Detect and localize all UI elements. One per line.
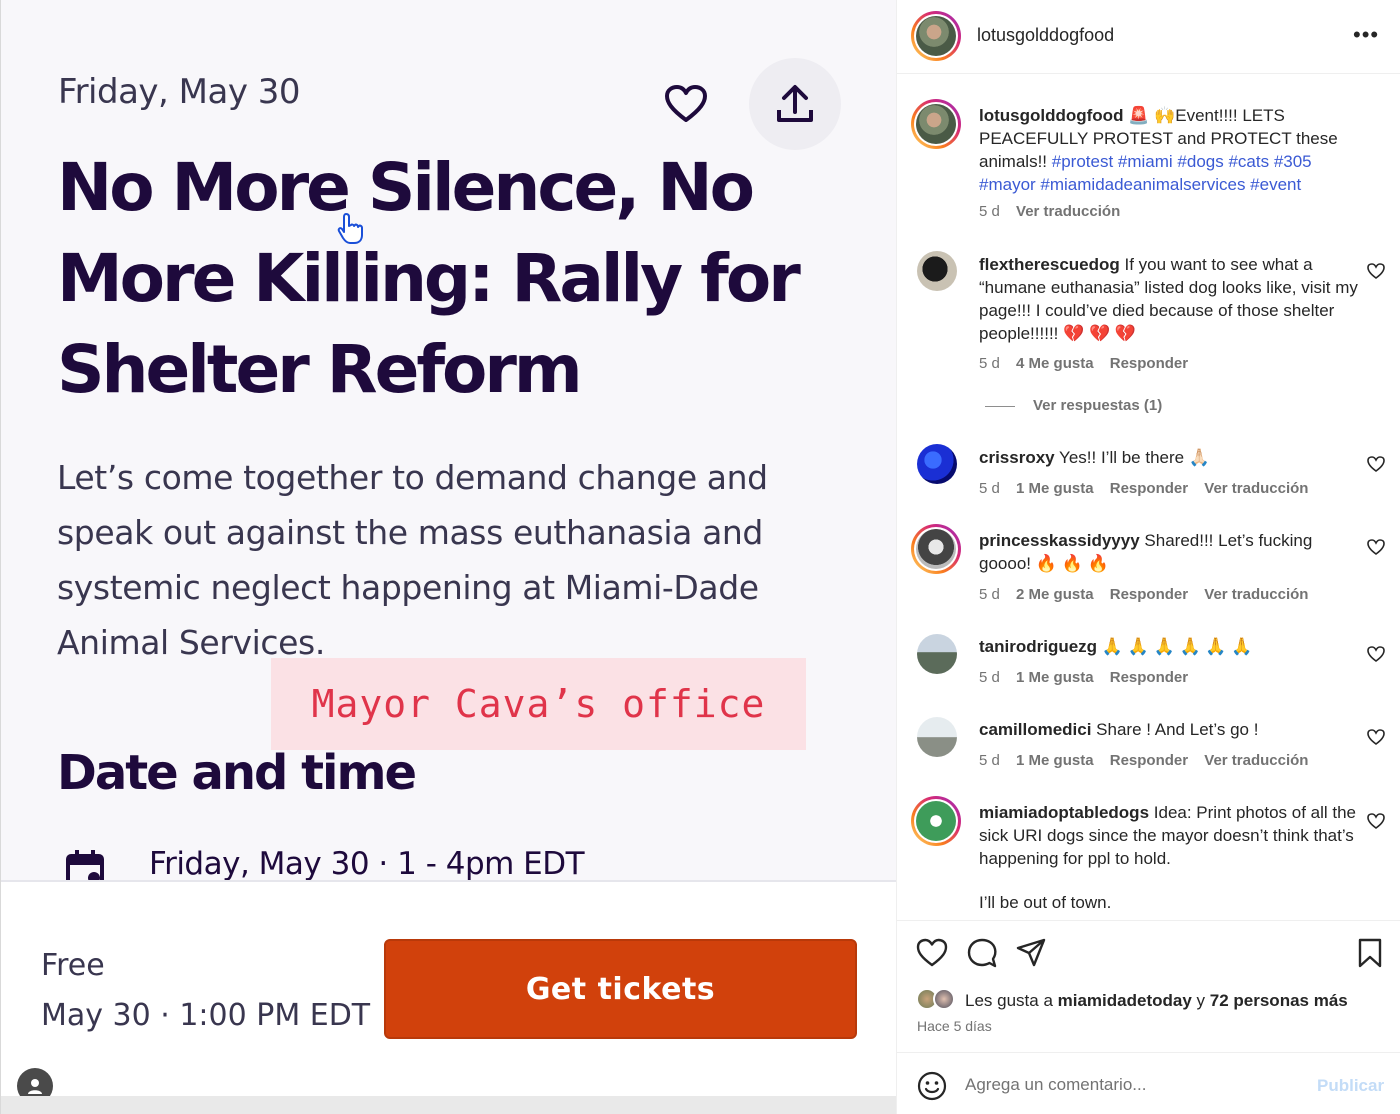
post-actions: Les gusta a miamidadetoday y 72 personas… bbox=[897, 920, 1400, 1052]
comment-bar: Publicar bbox=[897, 1052, 1400, 1114]
ticket-bar: Free May 30 · 1:00 PM EDT Get tickets bbox=[1, 880, 896, 1114]
divider bbox=[1, 1096, 896, 1114]
commenter-avatar[interactable] bbox=[917, 634, 957, 674]
user-icon bbox=[28, 1079, 42, 1094]
get-tickets-button: Get tickets bbox=[384, 939, 857, 1039]
emoji-icon[interactable] bbox=[917, 1071, 947, 1101]
reply-link[interactable]: Responder bbox=[1110, 480, 1188, 497]
like-comment-icon[interactable] bbox=[1367, 539, 1385, 555]
comment-likes[interactable]: 4 Me gusta bbox=[1016, 355, 1094, 372]
comment-text: crissroxy Yes!! I’ll be there 🙏🏻 bbox=[979, 448, 1210, 467]
like-comment-icon[interactable] bbox=[1367, 646, 1385, 662]
comment-text: flextherescuedog If you want to see what… bbox=[979, 255, 1358, 343]
liker-username[interactable]: miamidadetoday bbox=[1058, 991, 1192, 1010]
caption-meta: 5 d Ver traducción bbox=[979, 203, 1132, 220]
commenter-avatar[interactable] bbox=[917, 251, 957, 291]
post-media[interactable]: Friday, May 30 No More Silence, No More … bbox=[0, 0, 896, 1114]
like-comment-icon[interactable] bbox=[1367, 813, 1385, 829]
see-translation-link[interactable]: Ver traducción bbox=[1204, 586, 1308, 603]
like-comment-icon[interactable] bbox=[1367, 263, 1385, 279]
comment-username[interactable]: tanirodriguezg bbox=[979, 637, 1097, 656]
caption-avatar[interactable] bbox=[911, 99, 961, 149]
comment-likes[interactable]: 2 Me gusta bbox=[1016, 586, 1094, 603]
comment-text: princesskassidyyyy Shared!!! Let’s fucki… bbox=[979, 531, 1313, 573]
comments-list[interactable]: lotusgolddogfood 🚨 🙌Event!!!! LETS PEACE… bbox=[897, 75, 1400, 920]
comment-meta: 5 d 1 Me gusta Responder bbox=[979, 669, 1189, 686]
heart-icon bbox=[665, 85, 707, 122]
comment-likes[interactable]: 1 Me gusta bbox=[1016, 752, 1094, 769]
hand-cursor-icon bbox=[337, 213, 363, 244]
see-translation-link[interactable]: Ver traducción bbox=[1204, 480, 1308, 497]
publish-button[interactable]: Publicar bbox=[1317, 1076, 1384, 1096]
likes-count[interactable]: 72 personas más bbox=[1210, 991, 1348, 1010]
date-time-line: Friday, May 30 · 1 - 4pm EDT bbox=[149, 846, 585, 882]
share-icon[interactable] bbox=[1015, 937, 1047, 969]
comment-username[interactable]: crissroxy bbox=[979, 448, 1055, 467]
caption-time: 5 d bbox=[979, 203, 1000, 220]
comment-meta: 5 d 2 Me gusta Responder Ver traducción bbox=[979, 586, 1309, 603]
like-icon[interactable] bbox=[916, 937, 948, 969]
event-description: Let’s come together to demand change and… bbox=[57, 458, 768, 662]
share-button bbox=[749, 58, 841, 150]
like-comment-icon[interactable] bbox=[1367, 729, 1385, 745]
comment-username[interactable]: miamiadoptabledogs bbox=[979, 803, 1149, 822]
divider bbox=[985, 406, 1015, 407]
comment-meta: 5 d 4 Me gusta Responder bbox=[979, 355, 1189, 372]
author-avatar[interactable] bbox=[911, 11, 961, 61]
post-timestamp: Hace 5 días bbox=[917, 1018, 992, 1034]
see-translation-link[interactable]: Ver traducción bbox=[1204, 752, 1308, 769]
event-title: No More Silence, No More Killing: Rally … bbox=[57, 149, 801, 408]
ticket-datetime: May 30 · 1:00 PM EDT bbox=[41, 998, 371, 1033]
like-comment-icon[interactable] bbox=[1367, 456, 1385, 472]
post-header: lotusgolddogfood ••• bbox=[897, 0, 1400, 74]
reply-link[interactable]: Responder bbox=[1110, 355, 1188, 372]
commenter-avatar[interactable] bbox=[917, 444, 957, 484]
comment-likes[interactable]: 1 Me gusta bbox=[1016, 480, 1094, 497]
see-translation-link[interactable]: Ver traducción bbox=[1016, 203, 1120, 220]
commenter-avatar[interactable] bbox=[917, 717, 957, 757]
comment-meta: 5 d 1 Me gusta Responder Ver traducción bbox=[979, 752, 1309, 769]
event-date: Friday, May 30 bbox=[58, 72, 301, 112]
likes-summary[interactable]: Les gusta a miamidadetoday y 72 personas… bbox=[965, 991, 1348, 1011]
caption-text: lotusgolddogfood 🚨 🙌Event!!!! LETS PEACE… bbox=[979, 106, 1338, 194]
comment-text: tanirodriguezg 🙏 🙏 🙏 🙏 🙏 🙏 bbox=[979, 637, 1253, 656]
commenter-avatar[interactable] bbox=[911, 524, 961, 574]
date-time-heading: Date and time bbox=[57, 745, 417, 801]
comment-input[interactable] bbox=[965, 1071, 1305, 1099]
comment-text: camillomedici Share ! And Let’s go ! bbox=[979, 720, 1259, 739]
calendar-icon bbox=[66, 850, 104, 884]
text-overlay: Mayor Cava’s office bbox=[271, 658, 806, 750]
comment-username[interactable]: camillomedici bbox=[979, 720, 1091, 739]
post-panel: lotusgolddogfood ••• lotusgolddogfood 🚨 … bbox=[896, 0, 1400, 1114]
comment-meta: 5 d 1 Me gusta Responder Ver traducción bbox=[979, 480, 1309, 497]
bookmark-icon[interactable] bbox=[1354, 937, 1386, 969]
commenter-avatar[interactable] bbox=[911, 796, 961, 846]
ticket-price: Free bbox=[41, 948, 105, 983]
reply-link[interactable]: Responder bbox=[1110, 586, 1188, 603]
comment-likes[interactable]: 1 Me gusta bbox=[1016, 669, 1094, 686]
comment-username[interactable]: flextherescuedog bbox=[979, 255, 1120, 274]
caption-username[interactable]: lotusgolddogfood bbox=[979, 106, 1123, 125]
reply-link[interactable]: Responder bbox=[1110, 752, 1188, 769]
upload-icon bbox=[777, 85, 813, 122]
author-username[interactable]: lotusgolddogfood bbox=[977, 25, 1114, 46]
overlay-text: Mayor Cava’s office bbox=[311, 682, 766, 726]
comment-text: miamiadoptabledogs Idea: Print photos of… bbox=[979, 803, 1357, 912]
comment-username[interactable]: princesskassidyyyy bbox=[979, 531, 1140, 550]
liker-avatar[interactable] bbox=[933, 988, 955, 1010]
view-replies-link[interactable]: Ver respuestas (1) bbox=[1033, 397, 1162, 414]
more-options-icon[interactable]: ••• bbox=[1353, 24, 1379, 46]
comment-icon[interactable] bbox=[966, 937, 998, 969]
reply-link[interactable]: Responder bbox=[1110, 669, 1188, 686]
